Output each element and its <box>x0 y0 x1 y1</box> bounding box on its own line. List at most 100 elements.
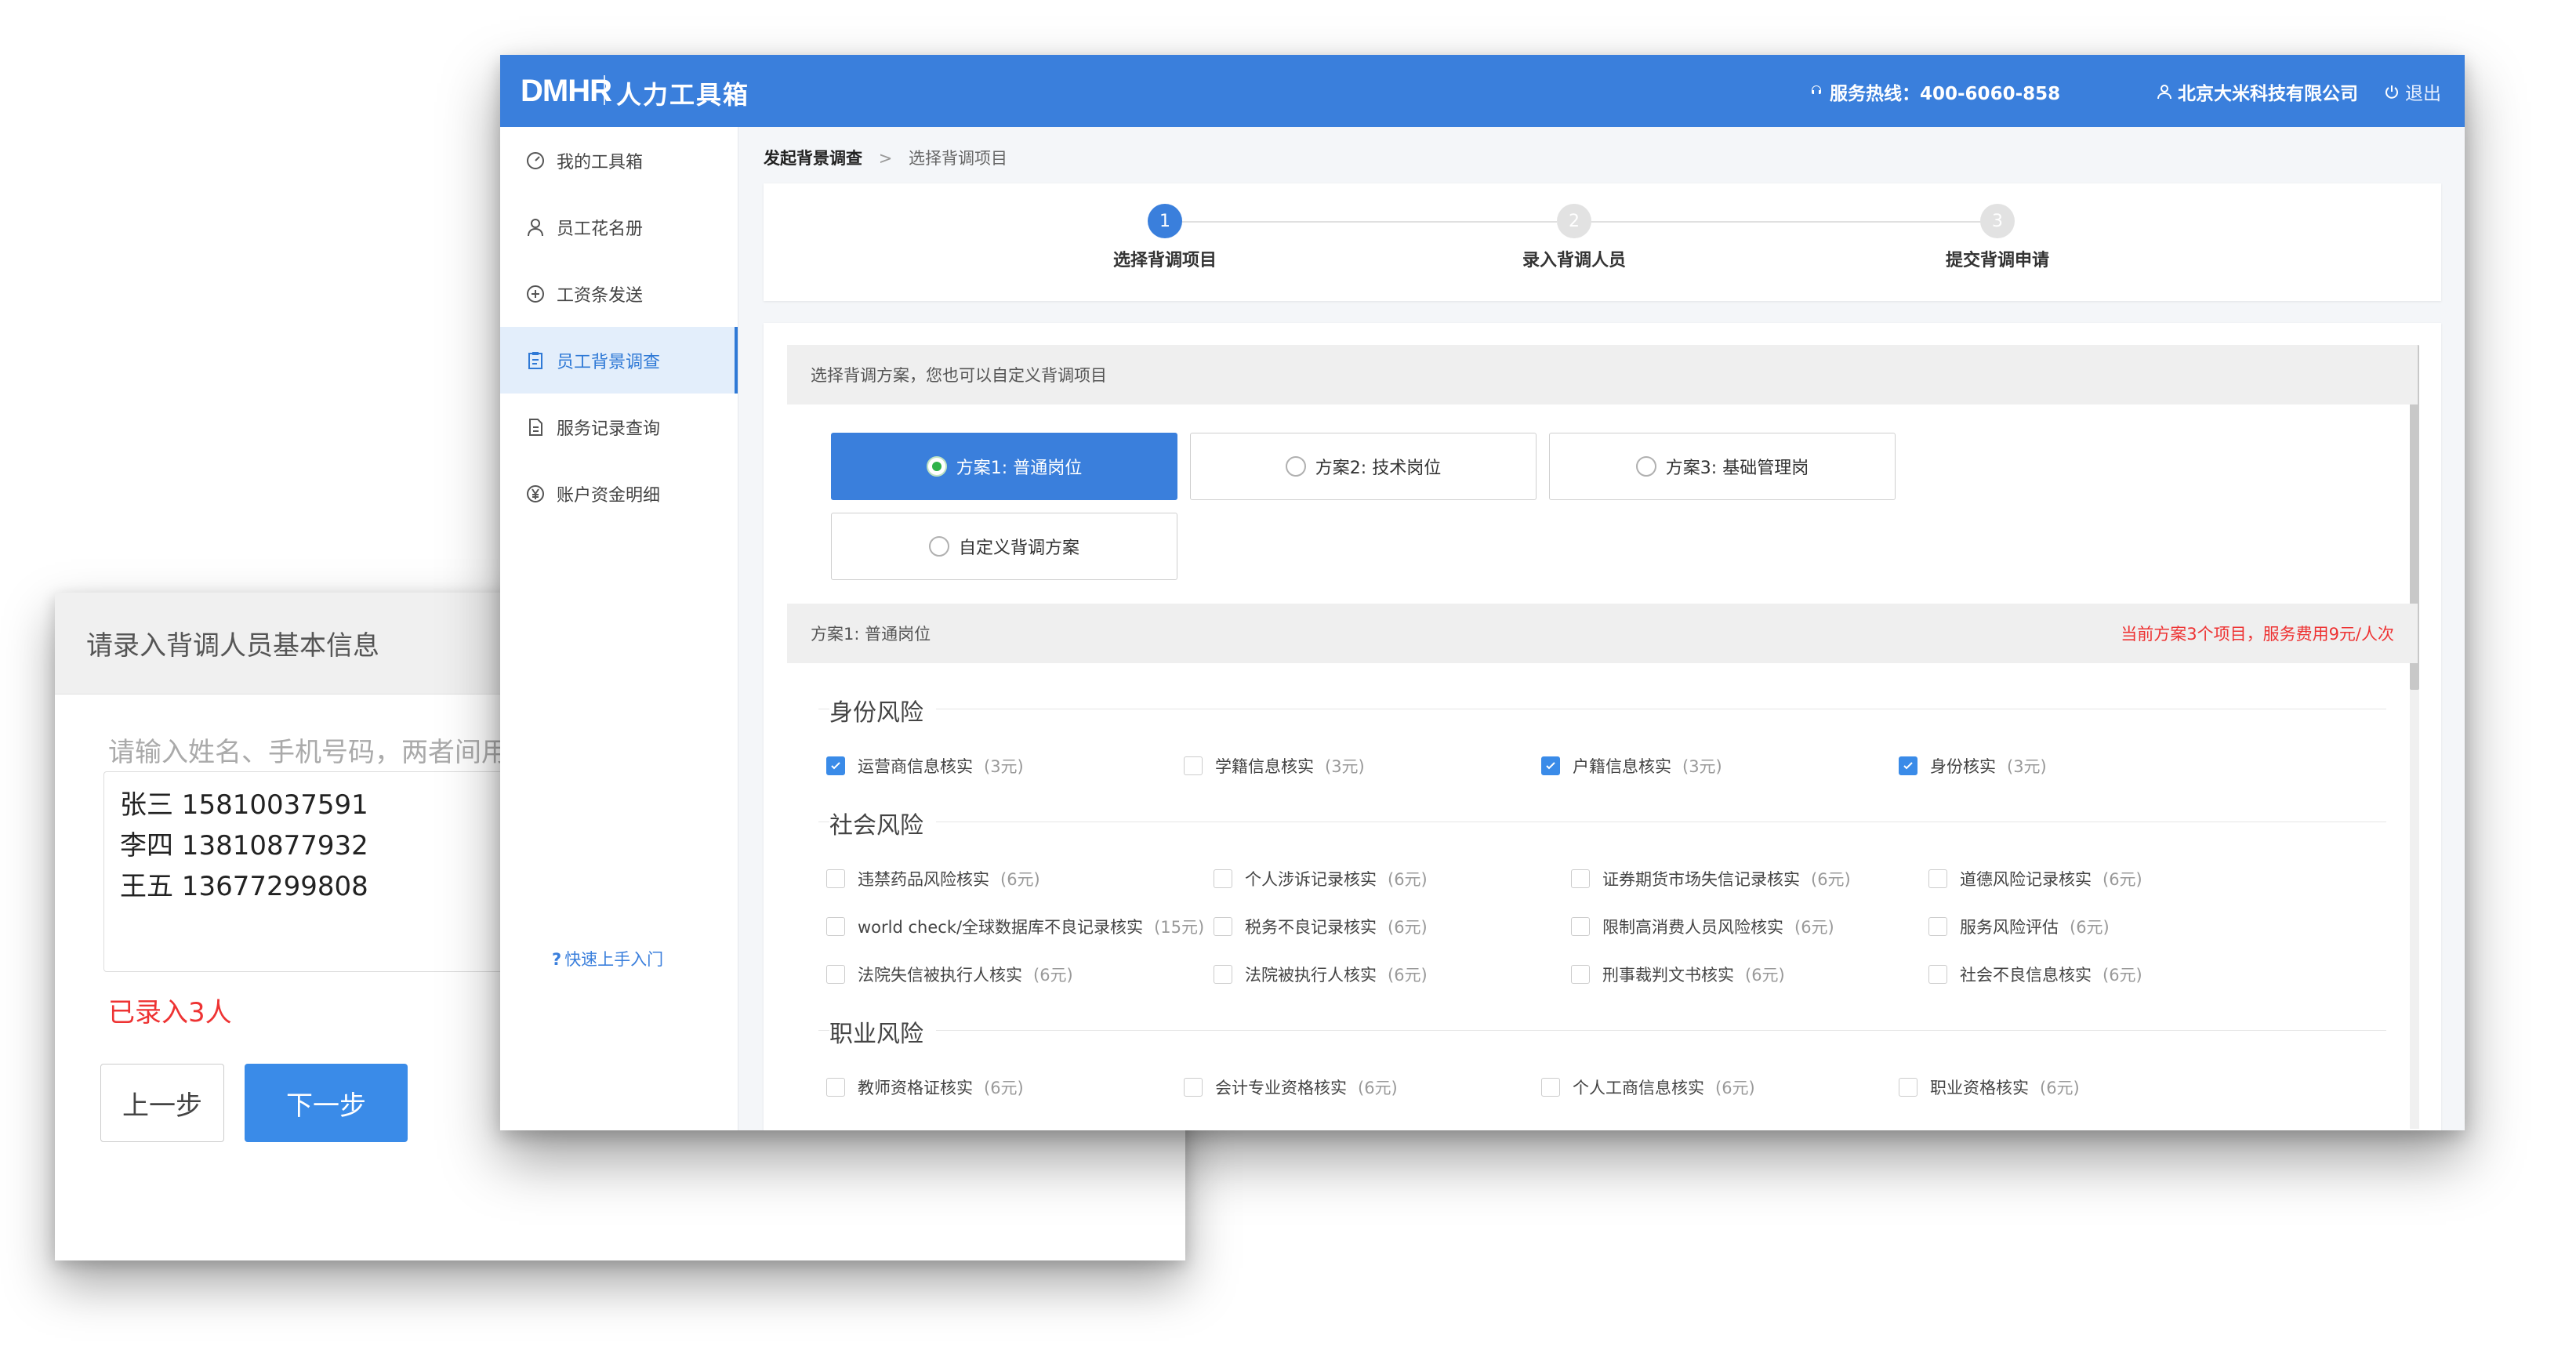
radio-selected-icon <box>926 456 947 477</box>
step-label: 提交背调申请 <box>1945 251 2049 270</box>
check-item[interactable]: 刑事裁判文书核实 (6元) <box>1571 963 1785 986</box>
check-price: (6元) <box>2103 966 2142 985</box>
check-price: (3元) <box>1682 757 1722 776</box>
check-label: 身份核实 <box>1930 757 1996 776</box>
check-item[interactable]: 法院失信被执行人核实 (6元) <box>826 963 1073 986</box>
check-item[interactable]: 职业资格核实 (6元) <box>1899 1075 2080 1099</box>
entry-count: 已录入3人 <box>108 997 232 1028</box>
checkbox-icon <box>1928 917 1947 936</box>
check-price: (6元) <box>984 1079 1024 1097</box>
check-label: 道德风险记录核实 <box>1960 870 2092 889</box>
quick-start-link[interactable]: ? 快速上手入门 <box>552 947 663 970</box>
company: 北京大米科技有限公司 <box>2156 78 2358 105</box>
sidebar-item-roster[interactable]: 员工花名册 <box>500 194 738 260</box>
sidebar-item-label: 员工花名册 <box>557 219 644 239</box>
plan-summary-bar: 方案1: 普通岗位 当前方案3个项目，服务费用9元/人次 <box>787 604 2418 663</box>
sidebar-item-label: 服务记录查询 <box>557 419 661 439</box>
check-item[interactable]: 限制高消费人员风险核实 (6元) <box>1571 915 1834 938</box>
plan-option-custom[interactable]: 自定义背调方案 <box>831 513 1177 580</box>
checkbox-icon <box>826 869 845 888</box>
check-item[interactable]: 教师资格证核实 (6元) <box>826 1075 1024 1099</box>
sidebar-item-payslip[interactable]: 工资条发送 <box>500 260 738 327</box>
check-price: (6元) <box>2070 918 2110 937</box>
check-item[interactable]: 税务不良记录核实 (6元) <box>1214 915 1428 938</box>
check-item[interactable]: 服务风险评估 (6元) <box>1928 915 2110 938</box>
checkbox-icon <box>1184 756 1203 775</box>
check-item[interactable]: 违禁药品风险核实 (6元) <box>826 867 1040 890</box>
check-price: (6元) <box>1000 870 1040 889</box>
prev-button[interactable]: 上一步 <box>100 1064 224 1142</box>
check-label: 会计专业资格核实 <box>1215 1079 1347 1097</box>
radio-icon <box>1285 456 1306 477</box>
check-item[interactable]: 户籍信息核实 (3元) <box>1541 754 1722 778</box>
step-number: 3 <box>1980 204 2015 238</box>
step-3: 3 提交背调申请 <box>1919 204 2076 271</box>
plan-option-3[interactable]: 方案3: 基础管理岗 <box>1549 433 1896 500</box>
document-icon <box>524 415 547 439</box>
check-price: (3元) <box>1325 757 1365 776</box>
sidebar-item-account[interactable]: 账户资金明细 <box>500 460 738 527</box>
checkbox-icon <box>826 965 845 984</box>
plan-label: 方案3: 基础管理岗 <box>1665 459 1809 478</box>
check-item[interactable]: world check/全球数据库不良记录核实 (15元) <box>826 915 1204 938</box>
logout-label: 退出 <box>2405 84 2441 104</box>
check-item[interactable]: 运营商信息核实 (3元) <box>826 754 1024 778</box>
category-identity: 身份风险 <box>818 693 2386 727</box>
sidebar-item-background-check[interactable]: 员工背景调查 <box>500 327 738 394</box>
check-price: (6元) <box>1811 870 1851 889</box>
check-label: 限制高消费人员风险核实 <box>1602 918 1783 937</box>
plan-label: 方案2: 技术岗位 <box>1315 459 1442 478</box>
check-price: (6元) <box>1388 870 1428 889</box>
breadcrumb-parent[interactable]: 发起背景调查 <box>764 149 862 168</box>
check-item[interactable]: 个人工商信息核实 (6元) <box>1541 1075 1755 1099</box>
top-bar: DMHR 人力工具箱 服务热线：400-6060-858 北京大米科技有限公司 … <box>500 55 2465 127</box>
step-number: 2 <box>1557 204 1591 238</box>
power-icon <box>2383 83 2400 100</box>
logo: DMHR <box>521 74 612 108</box>
next-button[interactable]: 下一步 <box>245 1064 408 1142</box>
category-title: 身份风险 <box>829 693 936 727</box>
check-item[interactable]: 证券期货市场失信记录核实 (6元) <box>1571 867 1851 890</box>
plus-circle-icon <box>524 282 547 306</box>
plan-label: 方案1: 普通岗位 <box>956 459 1083 478</box>
plan-option-2[interactable]: 方案2: 技术岗位 <box>1190 433 1537 500</box>
sidebar-item-toolbox[interactable]: 我的工具箱 <box>500 127 738 194</box>
logout-button[interactable]: 退出 <box>2383 78 2441 105</box>
company-name: 北京大米科技有限公司 <box>2178 84 2358 104</box>
gauge-icon <box>524 149 547 172</box>
breadcrumb-current: 选择背调项目 <box>908 149 1007 168</box>
check-item[interactable]: 学籍信息核实 (3元) <box>1184 754 1365 778</box>
check-item[interactable]: 会计专业资格核实 (6元) <box>1184 1075 1398 1099</box>
sidebar-item-label: 员工背景调查 <box>557 352 661 372</box>
category-title: 职业风险 <box>829 1014 936 1049</box>
sidebar-item-label: 工资条发送 <box>557 285 644 306</box>
yen-icon <box>524 482 547 506</box>
app-window: DMHR 人力工具箱 服务热线：400-6060-858 北京大米科技有限公司 … <box>500 55 2465 1130</box>
check-label: 个人工商信息核实 <box>1573 1079 1704 1097</box>
plan-option-1[interactable]: 方案1: 普通岗位 <box>831 433 1177 500</box>
check-item[interactable]: 个人涉诉记录核实 (6元) <box>1214 867 1428 890</box>
check-price: (6元) <box>1033 966 1073 985</box>
check-label: 教师资格证核实 <box>858 1079 973 1097</box>
check-item[interactable]: 法院被执行人核实 (6元) <box>1214 963 1428 986</box>
checkbox-icon <box>826 917 845 936</box>
checkbox-icon <box>1571 869 1590 888</box>
checkbox-icon <box>1928 869 1947 888</box>
check-label: 刑事裁判文书核实 <box>1602 966 1734 985</box>
category-title: 社会风险 <box>829 806 936 840</box>
app-name: 人力工具箱 <box>616 80 750 110</box>
check-price: (6元) <box>2103 870 2142 889</box>
check-item[interactable]: 身份核实 (3元) <box>1899 754 2047 778</box>
step-2: 2 录入背调人员 <box>1496 204 1653 271</box>
checkbox-checked-icon <box>1541 756 1560 775</box>
sidebar-item-records[interactable]: 服务记录查询 <box>500 394 738 460</box>
check-price: (6元) <box>1715 1079 1755 1097</box>
check-item[interactable]: 道德风险记录核实 (6元) <box>1928 867 2142 890</box>
radio-icon <box>928 536 949 557</box>
check-label: 社会不良信息核实 <box>1960 966 2092 985</box>
check-item[interactable]: 社会不良信息核实 (6元) <box>1928 963 2142 986</box>
sidebar: 我的工具箱 员工花名册 工资条发送 员工背景调查 服务记录查询 账户资金明细 ?… <box>500 127 738 1130</box>
checkbox-icon <box>1899 1078 1917 1097</box>
checkbox-icon <box>1214 965 1232 984</box>
checkbox-icon <box>1214 869 1232 888</box>
